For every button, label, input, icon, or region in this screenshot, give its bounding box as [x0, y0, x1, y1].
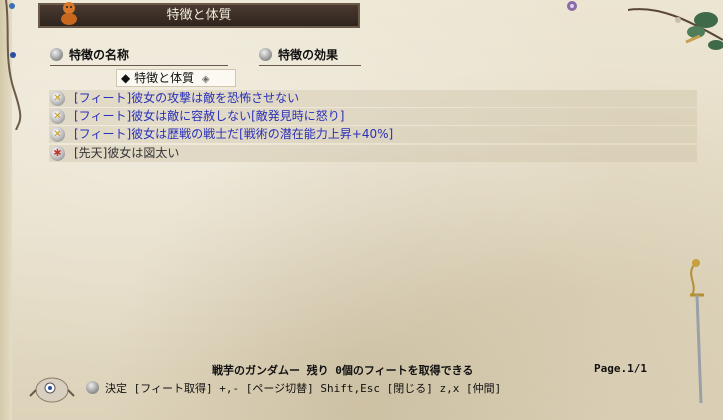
remaining-feats-text: 戦芋のガンダムー 残り 0個のフィートを取得できる: [212, 364, 474, 377]
column-header-name-label: 特徴の名称: [69, 48, 130, 62]
mascot-icon: [61, 2, 77, 25]
column-header-effect[interactable]: 特徴の効果: [259, 46, 361, 66]
column-header-name[interactable]: 特徴の名称: [50, 46, 228, 66]
sword-decoration-icon: [690, 259, 704, 404]
list-item[interactable]: ✱ [先天]彼女は図太い: [49, 145, 697, 162]
flower-decoration-icon: [567, 1, 577, 11]
filter-selected-label: 特徴と体質: [134, 71, 195, 85]
window-title: 特徴と体質: [166, 8, 232, 23]
hint-knob-icon: [86, 381, 99, 394]
feature-label: [フィート]彼女は歴戦の戦士だ[戦術の潜在能力上昇+40%]: [74, 127, 394, 141]
feat-icon: ✕: [50, 127, 65, 142]
column-header-effect-label: 特徴の効果: [278, 48, 339, 62]
feat-icon: ✕: [50, 109, 65, 124]
feat-icon: ✕: [50, 91, 65, 106]
category-filter-select[interactable]: ◆ 特徴と体質 ◈: [116, 69, 236, 87]
filter-bullet-icon: ◆: [121, 71, 131, 85]
creature-decoration-icon: [29, 377, 75, 403]
sort-knob-icon: [259, 48, 272, 61]
chevron-right-icon: ◈: [201, 74, 210, 85]
feature-label: [フィート]彼女の攻撃は敵を恐怖させない: [74, 91, 300, 105]
vine-decoration-icon: [5, 0, 22, 130]
list-item[interactable]: ✕ [フィート]彼女は敵に容赦しない[敵発見時に怒り]: [49, 108, 697, 125]
sort-knob-icon: [50, 48, 63, 61]
leaves-decoration-icon: [628, 8, 723, 50]
innate-icon: ✱: [50, 146, 65, 161]
window-title-bar: 特徴と体質: [38, 3, 360, 28]
key-hint-text: 決定 [フィート取得] +,- [ページ切替] Shift,Esc [閉じる] …: [105, 382, 502, 395]
feature-label: [フィート]彼女は敵に容赦しない[敵発見時に怒り]: [74, 109, 345, 123]
list-item[interactable]: ✕ [フィート]彼女は歴戦の戦士だ[戦術の潜在能力上昇+40%]: [49, 126, 697, 143]
key-hint-bar: 決定 [フィート取得] +,- [ページ切替] Shift,Esc [閉じる] …: [86, 380, 606, 398]
page-indicator: Page.1/1: [594, 362, 647, 375]
feature-label: [先天]彼女は図太い: [74, 146, 180, 160]
list-item[interactable]: ✕ [フィート]彼女の攻撃は敵を恐怖させない: [49, 90, 697, 107]
